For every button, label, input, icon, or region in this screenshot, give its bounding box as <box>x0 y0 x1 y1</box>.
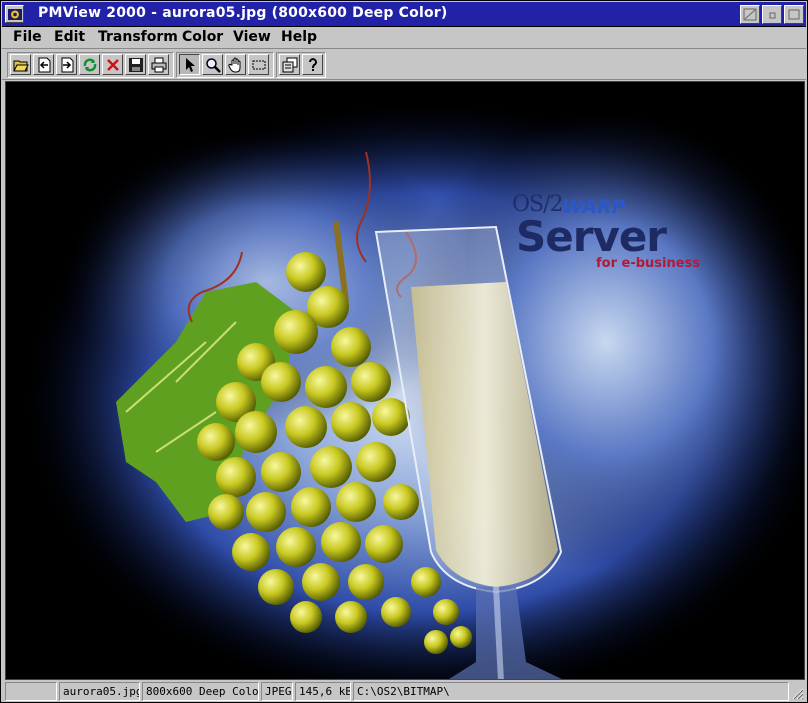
hide-button[interactable] <box>740 5 760 24</box>
properties-button[interactable] <box>279 54 300 75</box>
zoom-tool[interactable] <box>202 54 223 75</box>
app-icon <box>8 9 22 20</box>
resize-grip-icon[interactable] <box>790 686 804 700</box>
menu-transform[interactable]: Transform <box>98 29 178 45</box>
print-icon <box>151 57 167 73</box>
previous-image-icon <box>38 57 51 73</box>
menu-view[interactable]: View <box>233 29 271 45</box>
menu-bar: File Edit Transform Color View Help <box>2 27 806 49</box>
hide-icon <box>743 8 757 21</box>
window-title: PMView 2000 - aurora05.jpg (800x600 Deep… <box>38 5 448 21</box>
image-viewport[interactable]: OS/2 WARP Server for e-business <box>5 81 805 680</box>
status-size: 145,6 kB <box>295 682 351 701</box>
menu-help[interactable]: Help <box>281 29 317 45</box>
displayed-image <box>6 82 804 679</box>
toolbar <box>2 50 806 80</box>
previous-image-button[interactable] <box>33 54 54 75</box>
next-image-icon <box>61 57 74 73</box>
save-button[interactable] <box>125 54 146 75</box>
next-image-button[interactable] <box>56 54 77 75</box>
maximize-button[interactable] <box>784 5 804 24</box>
status-cell-empty <box>5 682 57 701</box>
open-button[interactable] <box>10 54 31 75</box>
refresh-button[interactable] <box>79 54 100 75</box>
pmview-window: PMView 2000 - aurora05.jpg (800x600 Deep… <box>0 0 808 703</box>
maximize-icon <box>788 9 800 20</box>
print-button[interactable] <box>148 54 169 75</box>
pointer-icon <box>186 58 195 72</box>
status-path: C:\OS2\BITMAP\ <box>353 682 789 701</box>
select-rect-icon <box>252 60 266 70</box>
logo-server-text: Server <box>516 212 667 261</box>
pointer-tool[interactable] <box>179 54 200 75</box>
help-button[interactable] <box>302 54 323 75</box>
select-rect-tool[interactable] <box>248 54 269 75</box>
title-bar[interactable]: PMView 2000 - aurora05.jpg (800x600 Deep… <box>2 2 806 27</box>
menu-edit[interactable]: Edit <box>54 29 85 45</box>
menu-file[interactable]: File <box>13 29 42 45</box>
status-filename: aurora05.jpg <box>59 682 140 701</box>
status-format: JPEG <box>261 682 293 701</box>
status-dimensions: 800x600 Deep Color <box>142 682 259 701</box>
logo-tagline-text: for e-business <box>596 256 701 271</box>
minimize-icon <box>769 12 776 19</box>
minimize-button[interactable] <box>762 5 782 24</box>
menu-color[interactable]: Color <box>182 29 223 45</box>
help-icon <box>309 58 317 71</box>
hand-icon <box>228 57 241 73</box>
save-icon <box>129 58 143 72</box>
status-bar: aurora05.jpg 800x600 Deep Color JPEG 145… <box>2 681 806 702</box>
delete-icon <box>107 59 119 71</box>
zoom-icon <box>206 58 221 73</box>
refresh-icon <box>83 58 97 72</box>
open-folder-icon <box>13 60 29 72</box>
hand-tool[interactable] <box>225 54 246 75</box>
system-menu-button[interactable] <box>5 5 24 23</box>
delete-button[interactable] <box>102 54 123 75</box>
properties-icon <box>282 57 298 73</box>
